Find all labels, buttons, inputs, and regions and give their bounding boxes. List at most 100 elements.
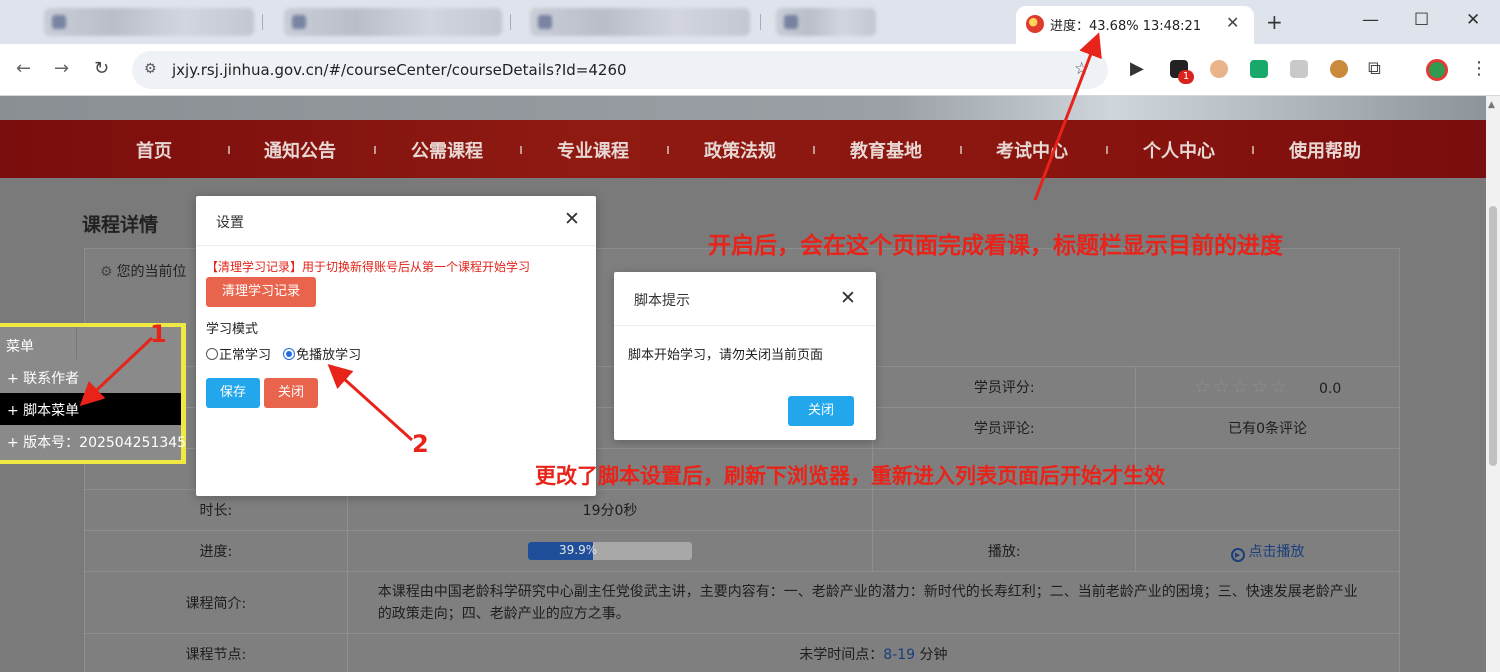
table-row: 进度: 39.9% 播放: ▶ 点击播放	[84, 530, 1400, 572]
tab-separator	[760, 14, 761, 30]
nav-item-exam-center[interactable]: 考试中心	[996, 137, 1068, 163]
radio-normal-study-label[interactable]: 正常学习	[219, 348, 271, 363]
extension-badge: 1	[1178, 70, 1194, 84]
settings-dialog: 设置 ✕ 【清理学习记录】用于切换新得账号后从第一个课程开始学习 清理学习记录 …	[196, 196, 596, 496]
intro-label: 课程简介:	[84, 571, 348, 634]
reload-icon[interactable]: ↻	[94, 58, 109, 79]
nav-separator	[374, 146, 376, 154]
nav-separator	[520, 146, 522, 154]
nav-item-policies[interactable]: 政策法规	[704, 137, 776, 163]
save-button[interactable]: 保存	[206, 378, 260, 408]
play-cell: ▶ 点击播放	[1135, 530, 1400, 572]
radio-normal-study[interactable]	[206, 348, 218, 360]
extensions-puzzle-icon[interactable]: ⧉	[1368, 58, 1381, 79]
browser-tab-active[interactable]: 进度：43.68% 13:48:21 ✕	[1016, 6, 1254, 44]
current-position: ⚙ 您的当前位	[100, 261, 187, 281]
menu-item-version[interactable]: + 版本号：202504251345	[0, 425, 186, 457]
nav-item-education-base[interactable]: 教育基地	[850, 137, 922, 163]
script-menu-title: 菜单	[6, 339, 34, 355]
progress-text: 39.9%	[558, 543, 598, 557]
browser-menu-icon[interactable]: ⋮	[1470, 58, 1488, 79]
rating-label: 学员评分:	[872, 366, 1137, 408]
nav-item-personal-center[interactable]: 个人中心	[1143, 137, 1215, 163]
nav-separator	[1106, 146, 1108, 154]
study-mode-label: 学习模式	[206, 322, 259, 337]
profile-avatar[interactable]	[1426, 59, 1448, 81]
browser-tab-bar: 进度：43.68% 13:48:21 ✕ + — ☐ ✕	[0, 0, 1500, 44]
scroll-up-icon[interactable]: ▲	[1488, 100, 1495, 110]
tab-separator	[510, 14, 511, 30]
hint-close-button[interactable]: 关闭	[788, 396, 854, 426]
page-scrollbar[interactable]: ▲	[1486, 96, 1500, 672]
maximize-icon[interactable]: ☐	[1414, 10, 1429, 30]
menu-item-script-menu[interactable]: + 脚本菜单	[0, 393, 181, 425]
nav-separator	[960, 146, 962, 154]
settings-close-button[interactable]: 关闭	[264, 378, 318, 408]
url-text[interactable]: jxjy.rsj.jinhua.gov.cn/#/courseCenter/co…	[172, 61, 627, 79]
nav-item-notices[interactable]: 通知公告	[264, 137, 336, 163]
site-banner	[0, 96, 1486, 120]
page-title: 课程详情	[82, 214, 159, 236]
script-hint-dialog: 脚本提示 ✕ 脚本开始学习，请勿关闭当前页面 关闭	[614, 272, 876, 440]
back-icon[interactable]: ←	[16, 58, 31, 79]
progress-label: 进度:	[84, 530, 348, 572]
comment-value: 已有0条评论	[1135, 407, 1400, 449]
close-tab-icon[interactable]: ✕	[1226, 13, 1239, 32]
bookmark-star-icon[interactable]: ☆	[1074, 59, 1089, 79]
rating-cell: ☆☆☆☆☆ 0.0	[1135, 366, 1400, 408]
extension-face-icon[interactable]	[1210, 60, 1228, 78]
annotation-bottom-note: 更改了脚本设置后，刷新下浏览器，重新进入列表页面后开始才生效	[535, 464, 1165, 488]
browser-tab-blurred[interactable]	[44, 8, 254, 36]
hint-dialog-message: 脚本开始学习，请勿关闭当前页面	[628, 348, 824, 363]
study-mode-options: 正常学习 免播放学习	[206, 344, 361, 363]
media-play-icon[interactable]: ▶	[1130, 58, 1144, 79]
tab-separator	[262, 14, 263, 30]
menu-item-contact-author[interactable]: + 联系作者	[0, 361, 181, 393]
extension-grey-icon[interactable]	[1290, 60, 1308, 78]
node-label: 课程节点:	[84, 633, 348, 672]
clear-record-button[interactable]: 清理学习记录	[206, 277, 316, 307]
play-label: 播放:	[872, 530, 1137, 572]
rating-value: 0.0	[1319, 381, 1342, 397]
nav-item-professional-courses[interactable]: 专业课程	[557, 137, 629, 163]
node-range: 8-19	[883, 647, 916, 663]
site-favicon-icon	[1026, 15, 1044, 33]
close-window-icon[interactable]: ✕	[1466, 10, 1480, 30]
nav-separator	[228, 146, 230, 154]
browser-tab-blurred[interactable]	[776, 8, 876, 36]
current-position-label: 您的当前位	[116, 264, 187, 280]
settings-dialog-header: 设置 ✕	[196, 196, 596, 246]
extension-green-icon[interactable]	[1250, 60, 1268, 78]
active-tab-title: 进度：43.68% 13:48:21	[1050, 19, 1202, 34]
browser-tab-blurred[interactable]	[284, 8, 502, 36]
nav-item-help[interactable]: 使用帮助	[1289, 137, 1361, 163]
progress-bar: 39.9%	[528, 542, 693, 560]
radio-free-play-study[interactable]	[283, 348, 296, 360]
minimize-icon[interactable]: —	[1362, 10, 1379, 30]
site-nav-bar: 首页 通知公告 公需课程 专业课程 政策法规 教育基地 考试中心 个人中心 使用…	[0, 120, 1486, 178]
nav-item-public-courses[interactable]: 公需课程	[411, 137, 483, 163]
intro-text: 本课程由中国老龄科学研究中心副主任党俊武主讲，主要内容有：一、老龄产业的潜力：新…	[346, 571, 1401, 634]
progress-cell: 39.9%	[346, 530, 874, 572]
nav-item-home[interactable]: 首页	[136, 137, 172, 163]
annotation-top-note: 开启后，会在这个页面完成看课，标题栏显示目前的进度	[708, 233, 1283, 259]
gear-icon: ⚙	[100, 264, 113, 280]
url-omnibox[interactable]: ⚙ jxjy.rsj.jinhua.gov.cn/#/courseCenter/…	[132, 51, 1108, 89]
play-link[interactable]: ▶ 点击播放	[1230, 544, 1305, 562]
new-tab-icon[interactable]: +	[1266, 10, 1283, 34]
forward-icon[interactable]: →	[54, 58, 69, 79]
node-suffix: 分钟	[915, 647, 948, 663]
close-icon[interactable]: ✕	[840, 287, 856, 309]
nav-separator	[813, 146, 815, 154]
annotation-marker-2: 2	[412, 430, 429, 458]
browser-address-bar: ← → ↻ ⚙ jxjy.rsj.jinhua.gov.cn/#/courseC…	[0, 44, 1500, 96]
extension-cookie-icon[interactable]	[1330, 60, 1348, 78]
rating-stars-icon[interactable]: ☆☆☆☆☆	[1194, 376, 1289, 398]
browser-tab-blurred[interactable]	[530, 8, 750, 36]
site-info-icon[interactable]: ⚙	[144, 61, 157, 77]
settings-dialog-title: 设置	[216, 215, 244, 231]
radio-free-play-study-label[interactable]: 免播放学习	[296, 348, 361, 363]
node-cell: 未学时间点：8-19 分钟	[346, 633, 1401, 672]
close-icon[interactable]: ✕	[564, 208, 580, 230]
scroll-thumb[interactable]	[1489, 206, 1497, 466]
